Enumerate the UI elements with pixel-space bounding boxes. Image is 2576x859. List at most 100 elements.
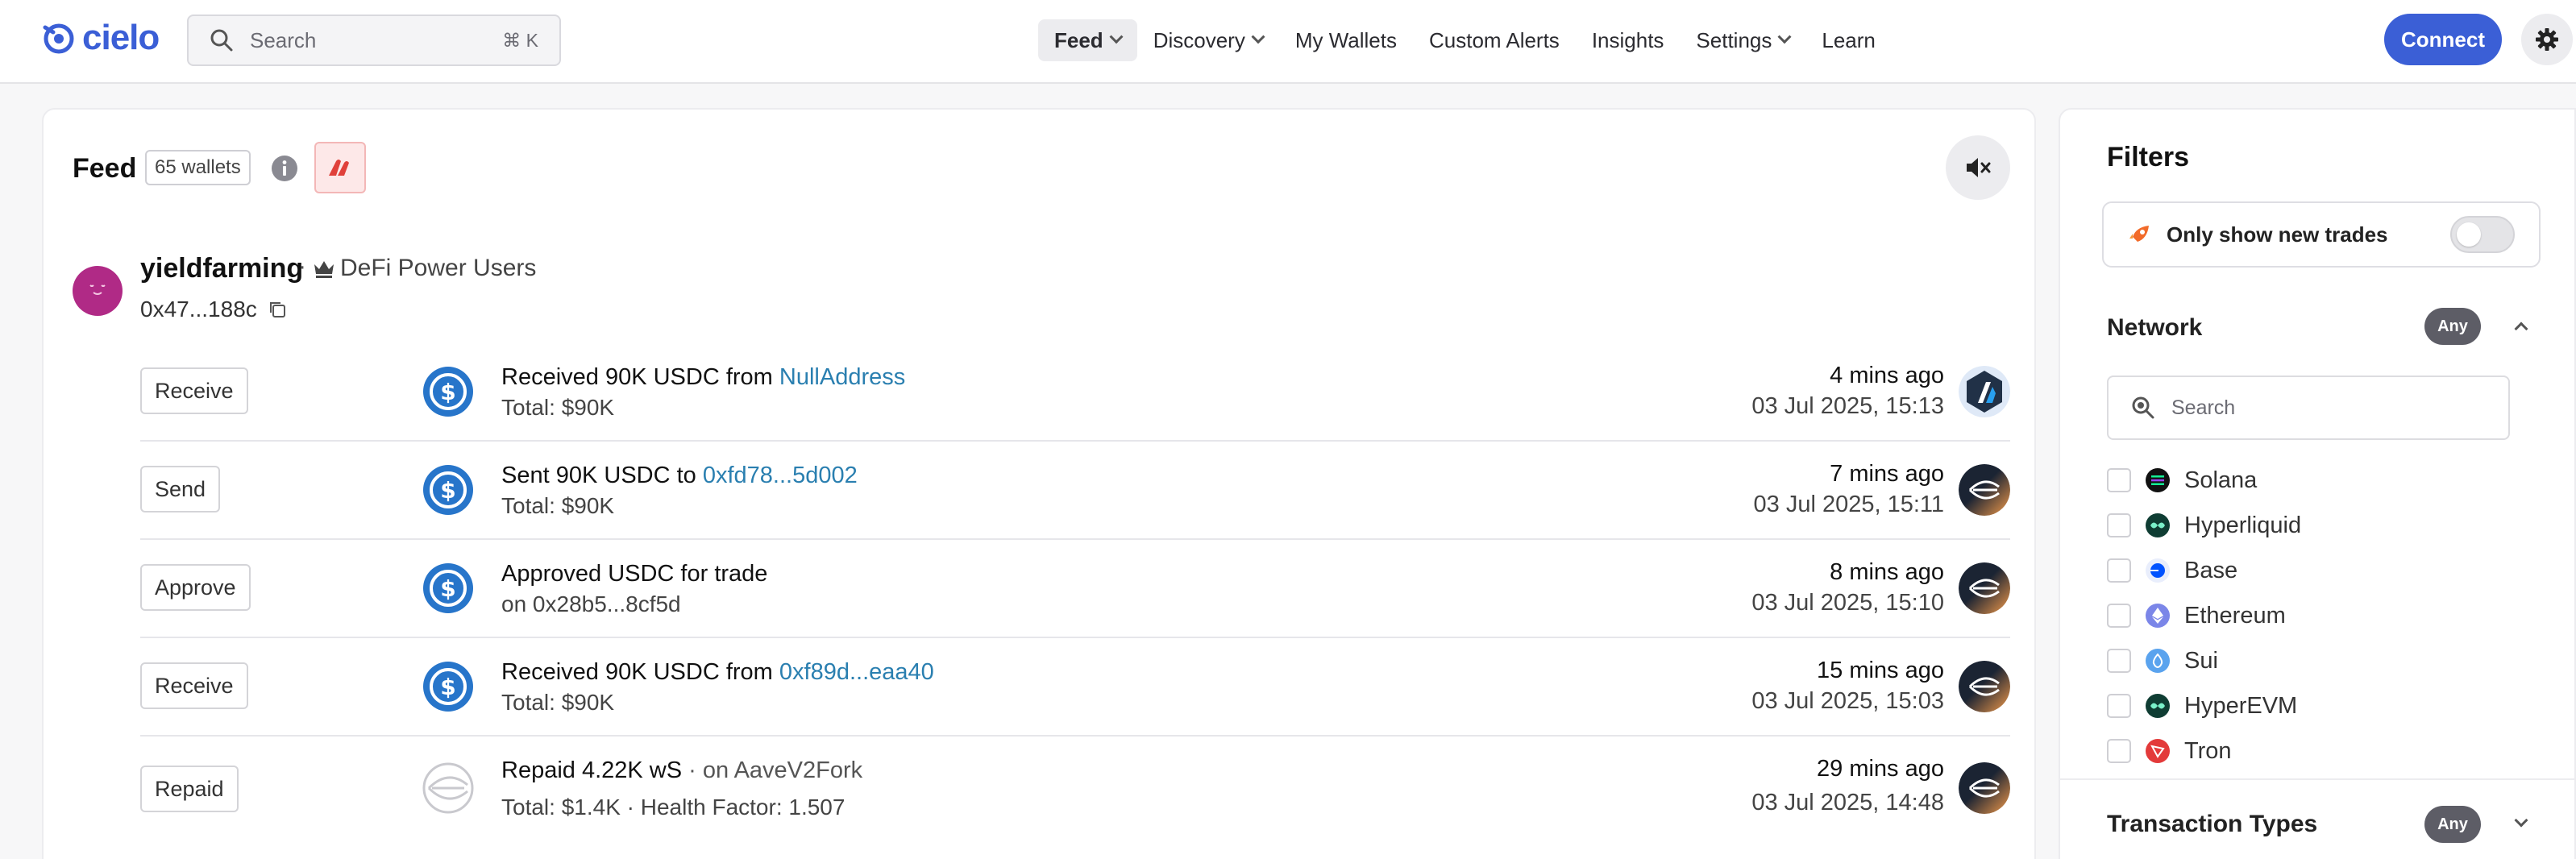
tx-relative-time: 4 mins ago [1830,363,1944,388]
solana-icon [2146,468,2170,492]
new-trades-label: Only show new trades [2167,222,2388,247]
new-trades-toggle[interactable] [2450,216,2515,253]
connect-button[interactable]: Connect [2384,14,2502,65]
tx-type-badge[interactable]: Receive [140,367,248,414]
main-nav: Feed Discovery My Wallets Custom Alerts … [1038,19,1892,61]
transaction-types-any-badge[interactable]: Any [2424,806,2481,843]
nav-discovery-label: Discovery [1153,27,1245,52]
tx-counterparty-link[interactable]: 0xf89d...eaa40 [779,659,934,685]
nav-my-wallets-label: My Wallets [1294,27,1397,52]
sonic-icon [1959,562,2010,614]
tx-description: Received 90K USDC from 0xf89d...eaa40 [501,659,934,686]
nav-custom-alerts[interactable]: Custom Alerts [1413,19,1576,61]
usdc-icon: $ [423,563,473,613]
tx-description-text: Received 90K USDC from [501,659,779,685]
tx-description: Received 90K USDC from NullAddress [501,364,905,391]
tx-type-badge[interactable]: Approve [140,564,251,611]
info-icon[interactable] [271,155,298,182]
nav-learn[interactable]: Learn [1805,19,1892,61]
tx-type-badge[interactable]: Send [140,466,221,512]
network-section-title[interactable]: Network [2107,314,2202,342]
network-option-hyperevm[interactable]: HyperEVM [2107,683,2301,728]
transaction-row[interactable]: Receive $ Received 90K USDC from 0xf89d.… [140,638,2010,737]
network-option-sui[interactable]: Sui [2107,638,2301,683]
checkbox[interactable] [2107,739,2131,763]
wallet-count-badge[interactable]: 65 wallets [145,150,251,185]
tx-type-badge[interactable]: Receive [140,662,248,709]
network-search-input[interactable]: Search [2107,376,2510,440]
chevron-up-icon[interactable] [2514,322,2528,336]
chevron-down-icon [1251,30,1265,44]
mute-button[interactable] [1946,135,2010,200]
wallet-name[interactable]: yieldfarming [140,253,303,284]
usdc-icon: $ [423,662,473,712]
nav-feed[interactable]: Feed [1038,19,1137,61]
checkbox[interactable] [2107,513,2131,537]
checkbox[interactable] [2107,649,2131,673]
nav-insights[interactable]: Insights [1576,19,1681,61]
tx-relative-time: 15 mins ago [1817,658,1944,683]
network-option-tron[interactable]: Tron [2107,728,2301,774]
tx-total: Total: $90K [501,395,615,420]
section-divider [2060,778,2576,780]
tx-timestamp: 03 Jul 2025, 15:03 [1751,688,1944,714]
ethereum-icon [2146,604,2170,628]
tx-relative-time: 8 mins ago [1830,559,1944,585]
chevron-down-icon [1109,30,1124,44]
checkbox[interactable] [2107,558,2131,583]
nav-settings-label: Settings [1696,27,1772,52]
transaction-row[interactable]: Approve $ Approved USDC for trade on 0x2… [140,540,2010,638]
tx-description-text: Sent 90K USDC to [501,463,703,488]
hyperliquid-icon [2146,513,2170,537]
network-option-base[interactable]: Base [2107,548,2301,593]
tx-total: Total: $90K [501,690,615,715]
network-option-ethereum[interactable]: Ethereum [2107,593,2301,638]
usdc-icon: $ [423,367,473,417]
network-search-placeholder: Search [2171,396,2236,419]
checkbox[interactable] [2107,468,2131,492]
logo-icon [43,23,74,54]
tx-total: Total: $90K [501,493,615,518]
nav-discovery[interactable]: Discovery [1137,19,1279,61]
nav-insights-label: Insights [1591,27,1664,52]
checkbox[interactable] [2107,604,2131,628]
chevron-down-icon[interactable] [2514,813,2528,828]
nav-settings[interactable]: Settings [1680,19,1805,61]
network-option-hyperliquid[interactable]: Hyperliquid [2107,503,2301,548]
sonic-icon [1959,661,2010,712]
nav-my-wallets[interactable]: My Wallets [1279,19,1413,61]
transaction-row[interactable]: Send $ Sent 90K USDC to 0xfd78...5d002 T… [140,442,2010,540]
copy-icon[interactable] [268,300,287,319]
tron-icon [2146,739,2170,763]
transaction-types-section-title[interactable]: Transaction Types [2107,811,2317,838]
transaction-row[interactable]: Receive $ Received 90K USDC from NullAdd… [140,343,2010,442]
smiley-avatar-icon [89,284,106,295]
filters-panel: Filters Only show new trades Network Any… [2059,108,2576,859]
crown-icon [314,261,334,278]
tx-description: Repaid 4.22K wS · on AaveV2Fork [501,757,862,784]
wallet-avatar[interactable] [73,266,123,316]
new-trades-filter[interactable]: Only show new trades [2102,201,2541,268]
tx-type-badge[interactable]: Repaid [140,766,239,812]
settings-button[interactable] [2521,14,2573,65]
network-option-solana[interactable]: Solana [2107,458,2301,503]
hyperevm-icon [2146,694,2170,718]
tx-timestamp: 03 Jul 2025, 15:10 [1751,590,1944,616]
alert-filter-button[interactable] [314,142,366,193]
checkbox[interactable] [2107,694,2131,718]
base-icon [2146,558,2170,583]
nav-feed-label: Feed [1054,27,1103,52]
network-label: Sui [2184,647,2218,674]
arbitrum-icon [1959,366,2010,417]
network-any-badge[interactable]: Any [2424,308,2481,345]
tx-description-text: Received 90K USDC from [501,364,779,390]
cielo-logo[interactable]: cielo [40,18,160,58]
wallet-group-name[interactable]: DeFi Power Users [340,255,536,282]
tx-counterparty-link[interactable]: NullAddress [779,364,905,390]
tx-counterparty-link[interactable]: 0xfd78...5d002 [703,463,858,488]
tx-relative-time: 29 mins ago [1817,756,1944,782]
rocket-icon [2129,226,2149,243]
global-search[interactable]: Search ⌘ K [187,15,561,66]
transaction-row[interactable]: Repaid Repaid 4.22K wS · on AaveV2Fork T… [140,737,2010,835]
search-shortcut: ⌘ K [502,29,538,51]
